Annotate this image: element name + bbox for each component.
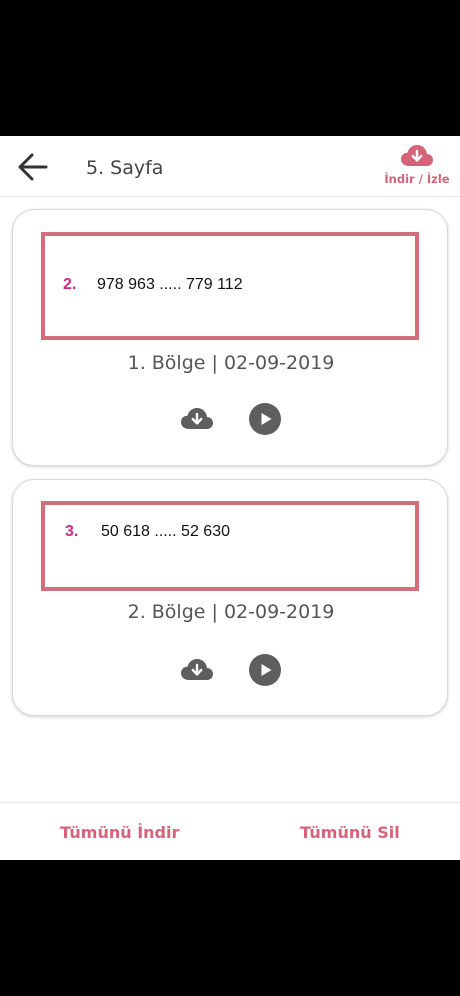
ticket-card: 3. 50 618 ..... 52 630 2. Bölge | 02-09-…	[12, 479, 448, 716]
app-bar: 5. Sayfa İndir / İzle	[0, 136, 460, 197]
app-screen: 5. Sayfa İndir / İzle 2. 978 963 ..... 7…	[0, 136, 460, 860]
bottom-action-bar: Tümünü İndir Tümünü Sil	[0, 802, 460, 860]
page-title: 5. Sayfa	[86, 157, 164, 179]
download-watch-label: İndir / İzle	[384, 172, 450, 186]
region-date-label: 1. Bölge | 02-09-2019	[127, 352, 335, 374]
arrow-left-icon	[18, 153, 48, 181]
navigation-area-bottom	[0, 860, 460, 996]
ticket-number-range: 50 618 ..... 52 630	[101, 523, 230, 540]
cloud-download-icon	[181, 408, 213, 429]
download-button[interactable]	[180, 653, 214, 687]
delete-all-button[interactable]: Tümünü Sil	[300, 823, 400, 842]
ticket-card: 2. 978 963 ..... 779 112 1. Bölge | 02-0…	[12, 209, 448, 466]
card-actions	[13, 653, 449, 687]
status-area-top	[0, 0, 460, 136]
ticket-image-frame[interactable]: 3. 50 618 ..... 52 630	[41, 501, 419, 591]
play-button[interactable]	[248, 402, 282, 436]
ticket-order-number: 3.	[65, 523, 79, 540]
play-button[interactable]	[248, 653, 282, 687]
cloud-download-icon	[181, 659, 213, 680]
play-circle-icon	[249, 654, 281, 686]
cloud-download-icon	[401, 145, 433, 166]
card-actions	[13, 402, 449, 436]
play-circle-icon	[249, 403, 281, 435]
download-all-button[interactable]: Tümünü İndir	[60, 823, 179, 842]
ticket-number-range: 978 963 ..... 779 112	[97, 276, 243, 293]
download-watch-button[interactable]: İndir / İzle	[384, 144, 450, 194]
back-button[interactable]	[10, 146, 56, 188]
region-date-label: 2. Bölge | 02-09-2019	[127, 601, 335, 623]
ticket-order-number: 2.	[63, 276, 77, 293]
ticket-image-frame[interactable]: 2. 978 963 ..... 779 112	[41, 232, 419, 340]
download-button[interactable]	[180, 402, 214, 436]
